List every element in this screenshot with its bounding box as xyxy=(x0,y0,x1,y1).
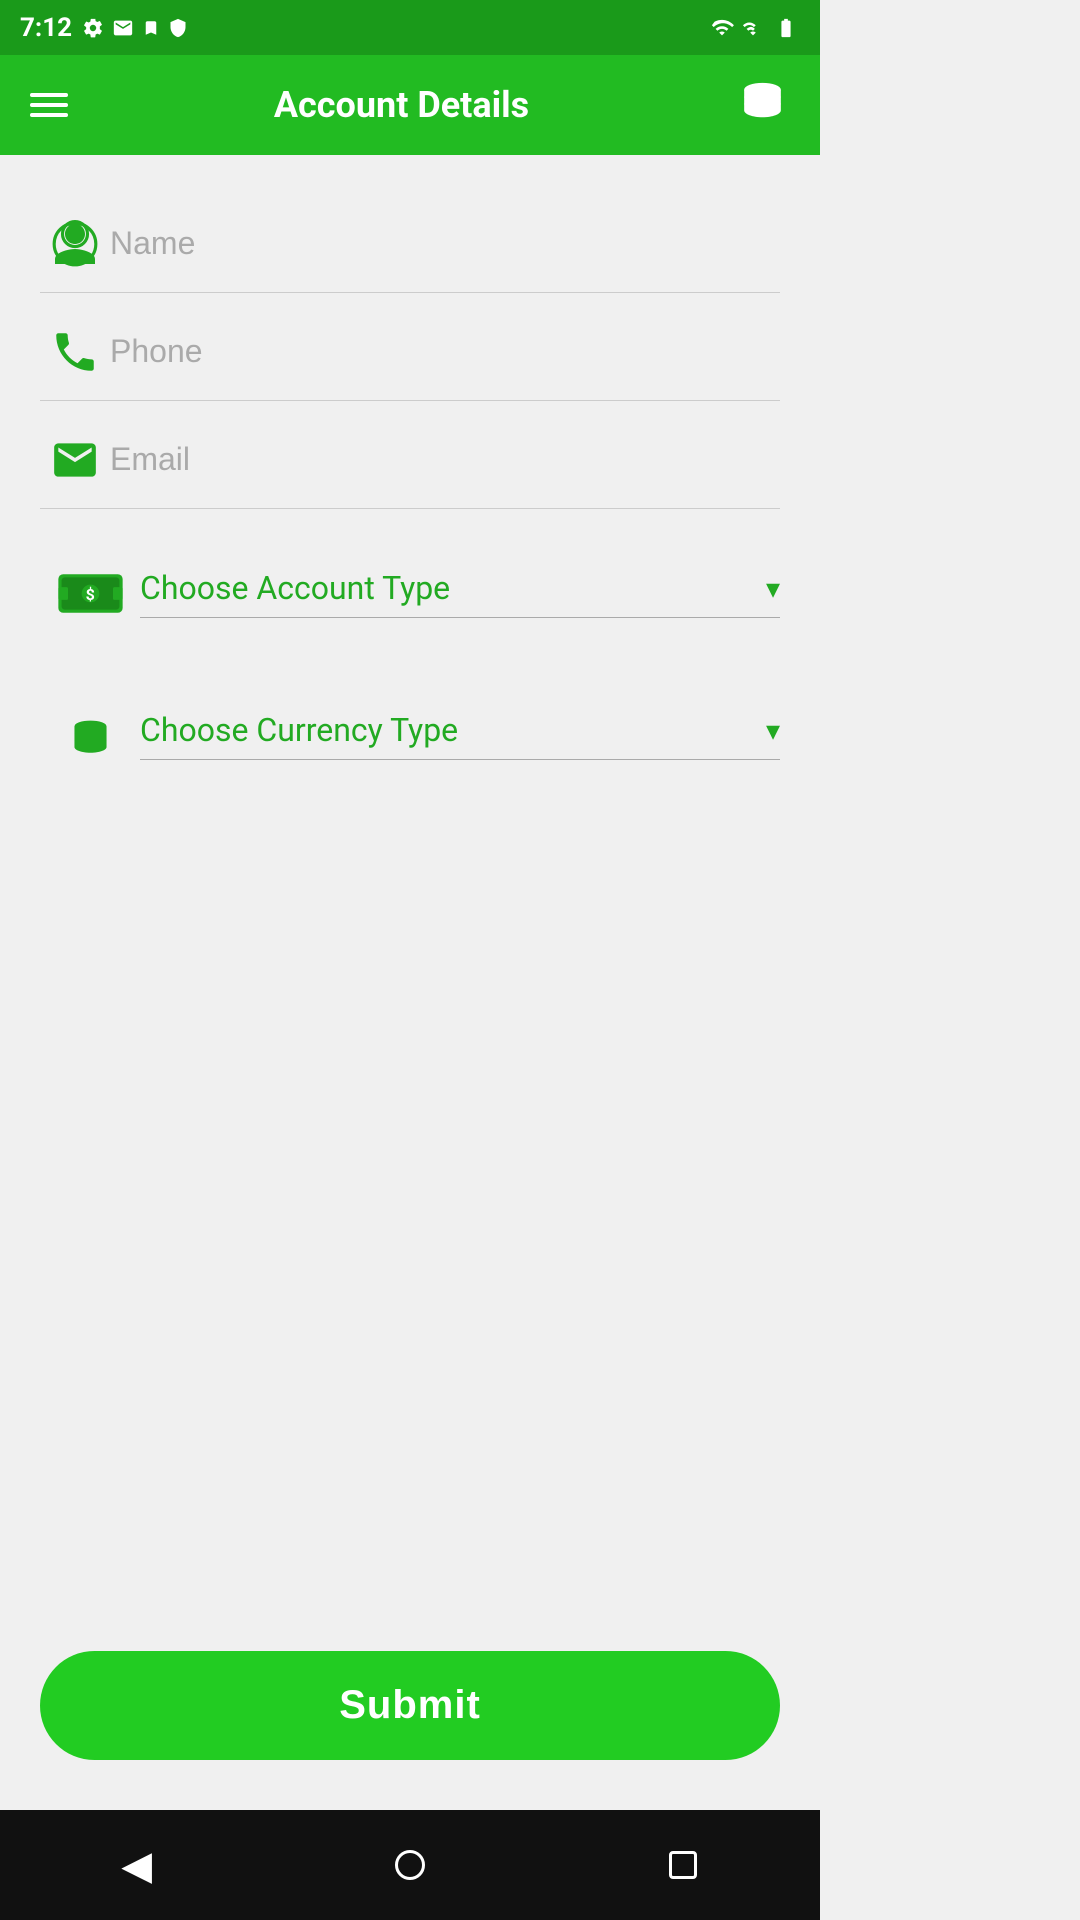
name-field-row xyxy=(40,195,780,293)
wifi-icon xyxy=(710,17,734,39)
coins-stack-icon xyxy=(40,708,140,763)
phone-field-row xyxy=(40,303,780,401)
phone-input[interactable] xyxy=(110,323,780,380)
page-title: Account Details xyxy=(274,84,529,126)
menu-button[interactable] xyxy=(30,93,68,117)
coins-icon xyxy=(735,76,790,135)
main-content: $ Choose Account Type ▾ Choose Currency … xyxy=(0,155,820,1810)
name-input[interactable] xyxy=(110,215,780,272)
home-button[interactable] xyxy=(375,1830,445,1900)
back-button[interactable]: ◀ xyxy=(102,1830,172,1900)
status-time: 7:12 xyxy=(20,13,72,43)
account-type-dropdown[interactable]: Choose Account Type ▾ xyxy=(140,569,780,618)
currency-type-dropdown[interactable]: Choose Currency Type ▾ xyxy=(140,711,780,760)
mail-icon xyxy=(112,17,134,39)
settings-icon xyxy=(82,17,104,39)
back-icon: ◀ xyxy=(121,1842,152,1889)
battery-icon xyxy=(772,17,800,39)
money-icon: $ xyxy=(40,571,140,616)
nav-bar: ◀ xyxy=(0,1810,820,1920)
toolbar: Account Details xyxy=(0,55,820,155)
shield-icon xyxy=(168,17,188,39)
account-type-row: $ Choose Account Type ▾ xyxy=(40,539,780,628)
recent-button[interactable] xyxy=(648,1830,718,1900)
email-field-row xyxy=(40,411,780,509)
currency-type-row: Choose Currency Type ▾ xyxy=(40,678,780,773)
recent-icon xyxy=(669,1851,697,1879)
account-type-label: Choose Account Type xyxy=(140,569,450,607)
status-right xyxy=(710,17,800,39)
phone-icon xyxy=(40,327,110,377)
home-icon xyxy=(395,1850,425,1880)
svg-text:$: $ xyxy=(85,585,94,604)
email-icon xyxy=(40,435,110,485)
chevron-down-icon-2: ▾ xyxy=(766,714,780,747)
person-icon xyxy=(40,219,110,269)
currency-type-label: Choose Currency Type xyxy=(140,711,458,749)
status-bar: 7:12 xyxy=(0,0,820,55)
bookmark-icon xyxy=(142,17,160,39)
submit-area: Submit xyxy=(40,1621,780,1790)
submit-button[interactable]: Submit xyxy=(40,1651,780,1760)
status-icons xyxy=(82,17,188,39)
email-input[interactable] xyxy=(110,431,780,488)
status-left: 7:12 xyxy=(20,13,188,43)
chevron-down-icon: ▾ xyxy=(766,572,780,605)
signal-icon xyxy=(742,17,764,39)
